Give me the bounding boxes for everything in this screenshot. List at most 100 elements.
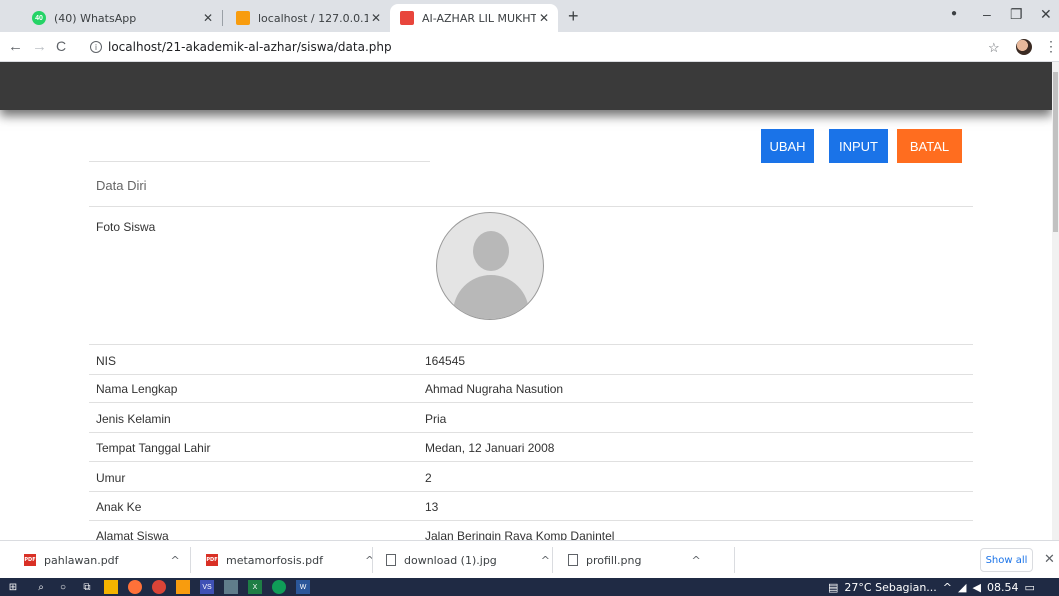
ubah-button[interactable]: UBAH — [761, 129, 814, 163]
image-file-icon — [568, 554, 578, 566]
close-tab-icon[interactable]: ✕ — [200, 11, 216, 25]
close-icon[interactable]: ✕ — [1044, 551, 1055, 567]
row-value: 2 — [425, 471, 432, 485]
address-toolbar: ← → C i localhost/21-akademik-al-azhar/s… — [0, 32, 1059, 62]
vs-icon[interactable]: VS — [200, 580, 214, 594]
chevron-up-icon[interactable]: ^ — [171, 554, 180, 567]
show-all-button[interactable]: Show all — [980, 548, 1033, 572]
forward-icon[interactable]: → — [32, 38, 47, 55]
row-value: 164545 — [425, 354, 466, 368]
profile-indicator-icon[interactable]: ● — [951, 8, 957, 19]
download-filename: pahlawan.pdf — [44, 553, 119, 567]
close-tab-icon[interactable]: ✕ — [368, 11, 384, 25]
close-tab-icon[interactable]: ✕ — [536, 11, 552, 25]
weather-text[interactable]: 27°C Sebagian... — [844, 581, 936, 594]
row-value: 13 — [425, 500, 439, 514]
tab-strip: 40 (40) WhatsApp ✕ localhost / 127.0.0.1… — [0, 0, 1059, 32]
download-item[interactable]: profill.png ^ — [568, 541, 701, 579]
row-value: Pria — [425, 412, 447, 426]
new-tab-button[interactable]: + — [568, 6, 579, 27]
page-scrollbar[interactable] — [1052, 62, 1059, 540]
close-window-icon[interactable]: ✕ — [1040, 6, 1052, 23]
cortana-icon[interactable]: ○ — [56, 580, 70, 594]
notification-icon[interactable]: ▭ — [1024, 581, 1034, 594]
row-value: Jalan Beringin Raya Komp Danintel — [425, 529, 615, 540]
firefox-icon[interactable] — [128, 580, 142, 594]
photo-label: Foto Siswa — [96, 220, 156, 234]
download-item[interactable]: download (1).jpg ^ — [386, 541, 550, 579]
chevron-up-icon[interactable]: ^ — [691, 554, 700, 567]
avatar[interactable] — [1016, 39, 1032, 55]
divider — [89, 432, 973, 433]
row-label: Umur — [96, 471, 126, 485]
chevron-up-icon[interactable]: ^ — [943, 581, 952, 594]
row-value: Medan, 12 Januari 2008 — [425, 441, 555, 455]
tab-whatsapp[interactable]: 40 (40) WhatsApp ✕ — [22, 4, 222, 32]
batal-button[interactable]: BATAL — [897, 129, 962, 163]
image-file-icon — [386, 554, 396, 566]
search-icon[interactable]: ⌕ — [34, 580, 48, 594]
pdf-file-icon: PDF — [206, 554, 218, 566]
row-label: Nama Lengkap — [96, 382, 178, 396]
clock[interactable]: 08.54 — [987, 581, 1019, 594]
row-label: Alamat Siswa — [96, 529, 169, 540]
chrome-icon[interactable] — [152, 580, 166, 594]
minimize-icon[interactable]: – — [983, 6, 991, 22]
divider — [89, 374, 973, 375]
download-item[interactable]: PDF pahlawan.pdf ^ — [24, 541, 180, 579]
task-view-icon[interactable]: ⧉ — [80, 580, 94, 594]
menu-icon[interactable]: ⋮ — [1044, 38, 1058, 55]
windows-start-icon[interactable]: ⊞ — [6, 580, 20, 594]
excel-icon[interactable]: X — [248, 580, 262, 594]
browser-window: 40 (40) WhatsApp ✕ localhost / 127.0.0.1… — [0, 0, 1059, 596]
section-title: Data Diri — [96, 178, 147, 193]
restore-icon[interactable]: ❐ — [1010, 6, 1023, 23]
tab-title: AI-AZHAR LIL MUKHTARIN — [422, 11, 536, 25]
row-label: NIS — [96, 354, 117, 368]
download-bar: PDF pahlawan.pdf ^ PDF metamorfosis.pdf … — [0, 540, 1059, 578]
url-text: localhost/21-akademik-al-azhar/siswa/dat… — [108, 40, 392, 54]
divider — [89, 206, 973, 207]
info-icon[interactable]: i — [90, 41, 102, 53]
tab-phpmyadmin[interactable]: localhost / 127.0.0.1 / db_akaden ✕ — [226, 4, 390, 32]
download-filename: metamorfosis.pdf — [226, 553, 323, 567]
tab-al-azhar[interactable]: AI-AZHAR LIL MUKHTARIN ✕ — [390, 4, 558, 32]
divider — [89, 461, 973, 462]
file-explorer-icon[interactable] — [104, 580, 118, 594]
taskbar: ⊞ ⌕ ○ ⧉ VS X W ▤ 27°C Sebagian... ^ ◢ ◀ … — [0, 578, 1059, 596]
row-value: Ahmad Nugraha Nasution — [425, 382, 564, 396]
app-icon[interactable] — [176, 580, 190, 594]
divider — [89, 344, 973, 345]
address-bar[interactable]: i localhost/21-akademik-al-azhar/siswa/d… — [90, 37, 970, 57]
download-item[interactable]: PDF metamorfosis.pdf ^ — [206, 541, 374, 579]
chevron-up-icon[interactable]: ^ — [541, 554, 550, 567]
weather-icon[interactable]: ▤ — [828, 581, 838, 594]
input-button[interactable]: INPUT — [829, 129, 888, 163]
pdf-file-icon: PDF — [24, 554, 36, 566]
volume-icon[interactable]: ◀ — [972, 581, 980, 594]
row-label: Jenis Kelamin — [96, 412, 171, 426]
calculator-icon[interactable] — [224, 580, 238, 594]
student-photo — [436, 212, 544, 320]
download-filename: download (1).jpg — [404, 553, 497, 567]
divider — [89, 161, 430, 162]
site-logo-icon — [400, 11, 414, 25]
reload-icon[interactable]: C — [56, 38, 66, 54]
edge-icon[interactable] — [272, 580, 286, 594]
whatsapp-icon: 40 — [32, 11, 46, 25]
bookmark-star-icon[interactable]: ☆ — [988, 40, 1000, 56]
divider — [89, 402, 973, 403]
network-icon[interactable]: ◢ — [958, 581, 966, 594]
word-icon[interactable]: W — [296, 580, 310, 594]
divider — [89, 520, 973, 521]
tab-title: localhost / 127.0.0.1 / db_akaden — [258, 11, 368, 25]
page-viewport: UBAH INPUT BATAL Data Diri Foto Siswa NI… — [0, 62, 1052, 540]
back-icon[interactable]: ← — [8, 38, 23, 55]
phpmyadmin-icon — [236, 11, 250, 25]
system-tray: ▤ 27°C Sebagian... ^ ◢ ◀ 08.54 ▭ — [828, 580, 1035, 594]
avatar-head — [473, 231, 509, 271]
divider — [89, 491, 973, 492]
avatar-body — [453, 275, 529, 319]
scrollbar-thumb[interactable] — [1053, 72, 1058, 232]
row-label: Anak Ke — [96, 500, 142, 514]
